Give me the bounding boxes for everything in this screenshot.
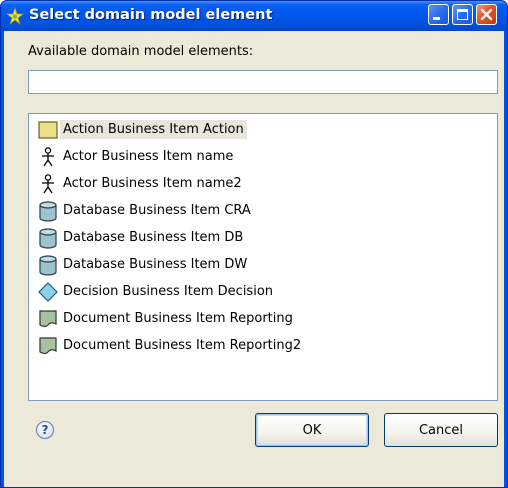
close-icon — [480, 8, 493, 21]
help-icon[interactable]: ? — [36, 421, 54, 439]
window-title: Select domain model element — [29, 7, 273, 23]
list-item[interactable]: Action Business Item Action — [37, 117, 247, 142]
list-item-label: Decision Business Item Decision — [63, 284, 274, 299]
title-bar[interactable]: Select domain model element — [1, 1, 507, 31]
list-item-label: Database Business Item DW — [63, 257, 248, 272]
maximize-icon — [457, 9, 468, 20]
minimize-icon — [433, 17, 440, 20]
cancel-button[interactable]: Cancel — [384, 413, 498, 447]
minimize-button[interactable] — [428, 4, 449, 25]
actor-icon — [37, 146, 59, 168]
list-item-label: Document Business Item Reporting2 — [63, 338, 302, 353]
list-item-label: Actor Business Item name2 — [63, 176, 242, 191]
list-item[interactable]: Document Business Item Reporting — [37, 306, 293, 331]
list-item-label: Document Business Item Reporting — [63, 311, 293, 326]
list-item[interactable]: Database Business Item DB — [37, 225, 243, 250]
list-item[interactable]: Database Business Item CRA — [37, 198, 251, 223]
list-item[interactable]: Actor Business Item name — [37, 144, 233, 169]
list-item[interactable]: Document Business Item Reporting2 — [37, 333, 301, 358]
action-icon — [37, 119, 59, 141]
list-item[interactable]: Actor Business Item name2 — [37, 171, 242, 196]
list-item[interactable]: Decision Business Item Decision — [37, 279, 273, 304]
database-icon — [37, 200, 59, 222]
decision-icon — [37, 281, 59, 303]
list-item-label: Database Business Item DB — [63, 230, 244, 245]
document-icon — [37, 308, 59, 330]
filter-input[interactable] — [28, 70, 498, 94]
database-icon — [37, 254, 59, 276]
close-button[interactable] — [476, 4, 497, 25]
ok-button[interactable]: OK — [255, 413, 369, 447]
sparkle-star-icon — [5, 6, 25, 26]
list-item[interactable]: Database Business Item DW — [37, 252, 247, 277]
dialog-window: Select domain model element Available do… — [0, 0, 508, 488]
maximize-button[interactable] — [452, 4, 473, 25]
actor-icon — [37, 173, 59, 195]
document-icon — [37, 335, 59, 357]
elements-label: Available domain model elements: — [28, 44, 254, 59]
database-icon — [37, 227, 59, 249]
list-item-label: Database Business Item CRA — [63, 203, 251, 218]
list-item-label: Action Business Item Action — [60, 120, 247, 139]
elements-list[interactable]: Action Business Item Action Actor Busine… — [28, 113, 498, 401]
list-item-label: Actor Business Item name — [63, 149, 234, 164]
